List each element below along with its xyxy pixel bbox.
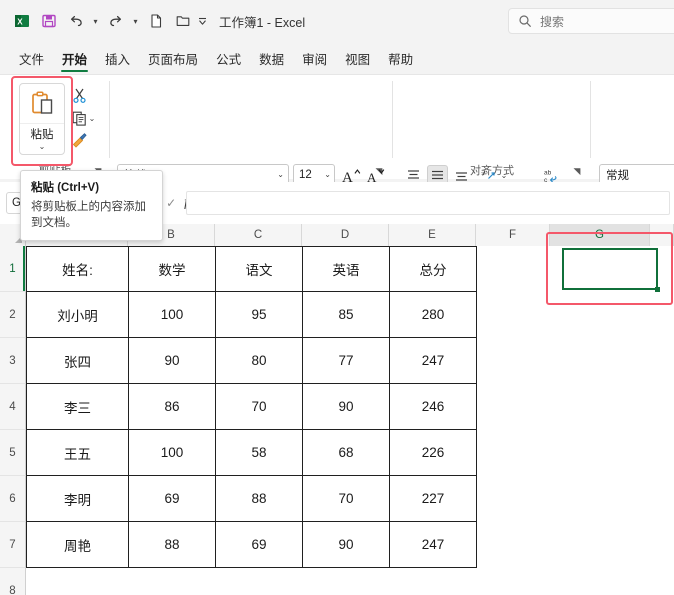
search-icon <box>518 14 532 28</box>
row-header-3[interactable]: 3 <box>0 338 26 384</box>
cell-E2[interactable]: 280 <box>390 292 477 338</box>
ribbon: 粘贴 ⌄ ⌄ ◥ ⌄ 12 ⌄ A A 对齐方式 ◥ ab ⌄ ab c 常规 <box>0 74 674 219</box>
cell-E6[interactable]: 227 <box>390 476 477 522</box>
cell-C6[interactable]: 88 <box>216 476 303 522</box>
paste-dropdown-icon[interactable]: ⌄ <box>39 143 46 151</box>
tab-formulas[interactable]: 公式 <box>207 46 250 74</box>
spreadsheet-grid: A B C D E F G 1 2 3 4 5 6 7 8 姓名: 数学 语文 … <box>0 224 674 595</box>
column-header-h[interactable] <box>650 224 674 246</box>
cell-D7[interactable]: 90 <box>303 522 390 568</box>
svg-text:ab: ab <box>480 167 489 177</box>
cell-D2[interactable]: 85 <box>303 292 390 338</box>
fill-handle[interactable] <box>655 287 660 292</box>
paste-button[interactable]: 粘贴 ⌄ <box>19 83 65 155</box>
search-input[interactable]: 搜索 <box>508 8 674 34</box>
formula-input[interactable] <box>186 191 670 215</box>
tooltip-body: 将剪贴板上的内容添加到文档。 <box>31 201 146 229</box>
font-size-value: 12 <box>299 168 312 181</box>
cell-D4[interactable]: 90 <box>303 384 390 430</box>
confirm-icon[interactable]: ✓ <box>166 196 176 210</box>
cell-B5[interactable]: 100 <box>129 430 216 476</box>
cell-C5[interactable]: 58 <box>216 430 303 476</box>
new-file-icon[interactable] <box>142 8 169 34</box>
row-header-8[interactable]: 8 <box>0 568 26 595</box>
column-header-e[interactable]: E <box>389 224 476 246</box>
number-format-value: 常规 <box>606 169 629 182</box>
cell-A3[interactable]: 张四 <box>26 338 129 384</box>
redo-dropdown-icon[interactable]: ▾ <box>129 8 142 34</box>
cell-E4[interactable]: 246 <box>390 384 477 430</box>
row-header-2[interactable]: 2 <box>0 292 26 338</box>
cut-icon[interactable] <box>68 85 90 106</box>
cell-E1[interactable]: 总分 <box>390 246 477 292</box>
paste-icon <box>20 84 64 124</box>
cell-B3[interactable]: 90 <box>129 338 216 384</box>
ribbon-group-clipboard: 粘贴 ⌄ ⌄ <box>0 75 110 180</box>
cell-A5[interactable]: 王五 <box>26 430 129 476</box>
tab-review[interactable]: 审阅 <box>293 46 336 74</box>
column-header-c[interactable]: C <box>215 224 302 246</box>
tab-help[interactable]: 帮助 <box>379 46 422 74</box>
save-icon[interactable] <box>35 8 62 34</box>
excel-window: X ▾ ▾ 工作簿1 - Excel 搜索 文件 开始 插入 页面布局 公式 数… <box>0 0 674 595</box>
svg-text:ab: ab <box>544 169 552 176</box>
paste-tooltip: 粘贴 (Ctrl+V) 将剪贴板上的内容添加到文档。 <box>20 170 163 241</box>
format-painter-icon[interactable] <box>68 130 90 151</box>
svg-text:X: X <box>17 17 23 26</box>
redo-icon[interactable] <box>102 8 129 34</box>
cell-E5[interactable]: 226 <box>390 430 477 476</box>
copy-dropdown-icon[interactable]: ⌄ <box>86 108 98 129</box>
alignment-dialog-launcher-icon[interactable]: ◥ <box>571 165 583 177</box>
tab-page-layout[interactable]: 页面布局 <box>139 46 207 74</box>
cell-D1[interactable]: 英语 <box>303 246 390 292</box>
search-placeholder: 搜索 <box>540 14 565 29</box>
column-header-d[interactable]: D <box>302 224 389 246</box>
column-header-f[interactable]: F <box>476 224 550 246</box>
cell-C1[interactable]: 语文 <box>216 246 303 292</box>
cell-A6[interactable]: 李明 <box>26 476 129 522</box>
cell-E3[interactable]: 247 <box>390 338 477 384</box>
tab-insert[interactable]: 插入 <box>96 46 139 74</box>
ribbon-tabs: 文件 开始 插入 页面布局 公式 数据 审阅 视图 帮助 <box>0 44 674 74</box>
cell-C3[interactable]: 80 <box>216 338 303 384</box>
row-header-4[interactable]: 4 <box>0 384 26 430</box>
cell-A2[interactable]: 刘小明 <box>26 292 129 338</box>
undo-dropdown-icon[interactable]: ▾ <box>89 8 102 34</box>
cell-A4[interactable]: 李三 <box>26 384 129 430</box>
cell-C2[interactable]: 95 <box>216 292 303 338</box>
tab-view[interactable]: 视图 <box>336 46 379 74</box>
document-title: 工作簿1 - Excel <box>219 15 306 30</box>
cell-D6[interactable]: 70 <box>303 476 390 522</box>
cell-B7[interactable]: 88 <box>129 522 216 568</box>
cell-B6[interactable]: 69 <box>129 476 216 522</box>
customize-qat-icon[interactable] <box>196 8 209 34</box>
font-size-chevron-down-icon[interactable]: ⌄ <box>324 170 331 179</box>
quick-access-toolbar: X ▾ ▾ <box>0 8 209 34</box>
cell-B2[interactable]: 100 <box>129 292 216 338</box>
row-header-5[interactable]: 5 <box>0 430 26 476</box>
tab-data[interactable]: 数据 <box>250 46 293 74</box>
cell-A7[interactable]: 周艳 <box>26 522 129 568</box>
cell-C7[interactable]: 69 <box>216 522 303 568</box>
tab-home[interactable]: 开始 <box>53 46 96 74</box>
cell-D3[interactable]: 77 <box>303 338 390 384</box>
excel-logo-icon: X <box>8 8 35 34</box>
undo-icon[interactable] <box>62 8 89 34</box>
tab-file[interactable]: 文件 <box>10 46 53 74</box>
row-header-1[interactable]: 1 <box>0 246 26 292</box>
row-header-6[interactable]: 6 <box>0 476 26 522</box>
column-header-g[interactable]: G <box>550 224 650 246</box>
open-folder-icon[interactable] <box>169 8 196 34</box>
cell-B1[interactable]: 数学 <box>129 246 216 292</box>
tooltip-title: 粘贴 (Ctrl+V) <box>31 182 100 194</box>
cell-C4[interactable]: 70 <box>216 384 303 430</box>
row-header-7[interactable]: 7 <box>0 522 26 568</box>
font-name-chevron-down-icon[interactable]: ⌄ <box>277 170 284 179</box>
cell-E7[interactable]: 247 <box>390 522 477 568</box>
cell-D5[interactable]: 68 <box>303 430 390 476</box>
paste-button-label: 粘贴 <box>30 129 54 141</box>
cell-B4[interactable]: 86 <box>129 384 216 430</box>
selected-cell-G1[interactable] <box>562 248 658 290</box>
cell-A1[interactable]: 姓名: <box>26 246 129 292</box>
